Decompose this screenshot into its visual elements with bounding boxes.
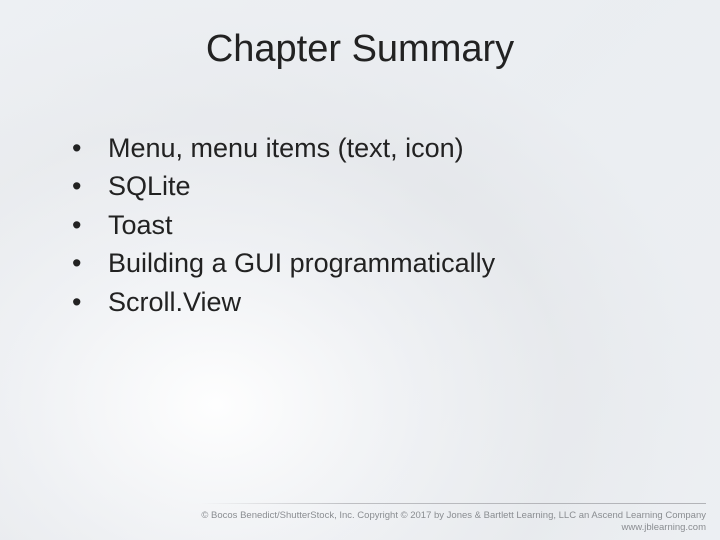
slide-footer: © Bocos Benedict/ShutterStock, Inc. Copy… — [201, 510, 706, 534]
slide: Chapter Summary Menu, menu items (text, … — [0, 0, 720, 540]
bullet-list: Menu, menu items (text, icon) SQLite Toa… — [60, 130, 660, 320]
list-item: Toast — [60, 207, 660, 243]
footer-copyright: © Bocos Benedict/ShutterStock, Inc. Copy… — [201, 510, 706, 522]
footer-url: www.jblearning.com — [201, 522, 706, 534]
list-item: Menu, menu items (text, icon) — [60, 130, 660, 166]
slide-content: Menu, menu items (text, icon) SQLite Toa… — [60, 130, 660, 322]
list-item: Building a GUI programmatically — [60, 245, 660, 281]
slide-title: Chapter Summary — [0, 28, 720, 71]
list-item: SQLite — [60, 168, 660, 204]
footer-divider — [200, 503, 706, 504]
list-item: Scroll.View — [60, 284, 660, 320]
